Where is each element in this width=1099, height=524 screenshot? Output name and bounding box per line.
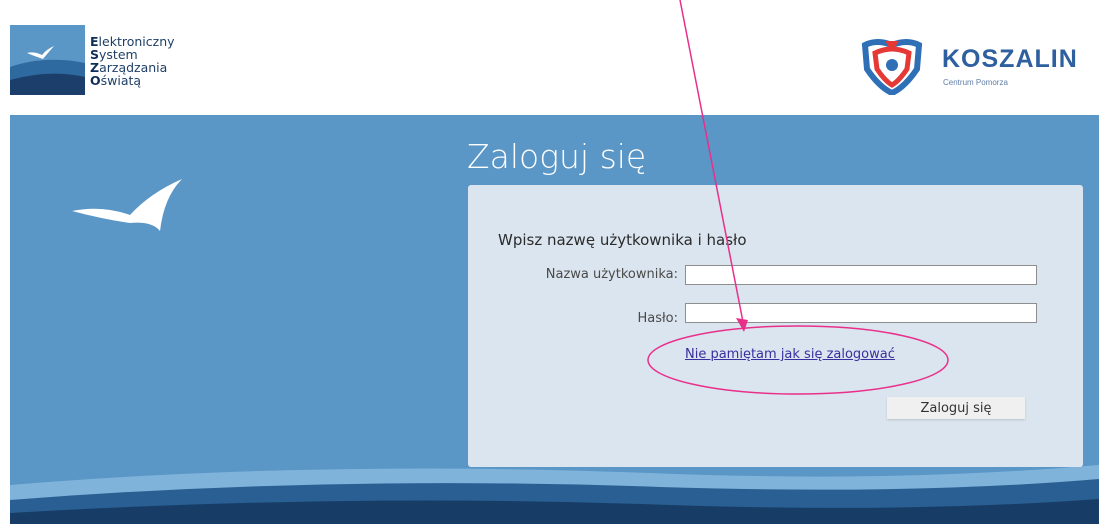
password-label: Hasło: — [637, 311, 678, 326]
koszalin-name: KOSZALIN — [942, 45, 1078, 73]
esoz-line-4: Oświatą — [90, 73, 142, 88]
koszalin-crest-icon — [861, 39, 923, 95]
password-input[interactable] — [685, 303, 1037, 323]
login-button[interactable]: Zaloguj się — [887, 397, 1025, 419]
username-input[interactable] — [685, 265, 1037, 285]
koszalin-logo: KOSZALIN Centrum Pomorza — [857, 35, 1099, 95]
forgot-login-link[interactable]: Nie pamiętam jak się zalogować — [685, 347, 895, 362]
koszalin-subtitle: Centrum Pomorza — [943, 78, 1008, 87]
login-prompt: Wpisz nazwę użytkownika i hasło — [498, 231, 747, 249]
bird-icon — [72, 179, 182, 231]
login-area: Zaloguj się Wpisz nazwę użytkownika i ha… — [10, 115, 1099, 524]
login-panel: Wpisz nazwę użytkownika i hasło Nazwa uż… — [468, 185, 1083, 467]
page-title: Zaloguj się — [467, 137, 647, 176]
header: Elektroniczny System Zarządzania Oświatą… — [0, 0, 1099, 115]
username-label: Nazwa użytkownika: — [545, 267, 678, 282]
esoz-logo-text: Elektroniczny System Zarządzania Oświatą — [90, 35, 175, 87]
esoz-logo: Elektroniczny System Zarządzania Oświatą — [10, 25, 200, 105]
esoz-bird-logo-icon — [10, 25, 85, 95]
